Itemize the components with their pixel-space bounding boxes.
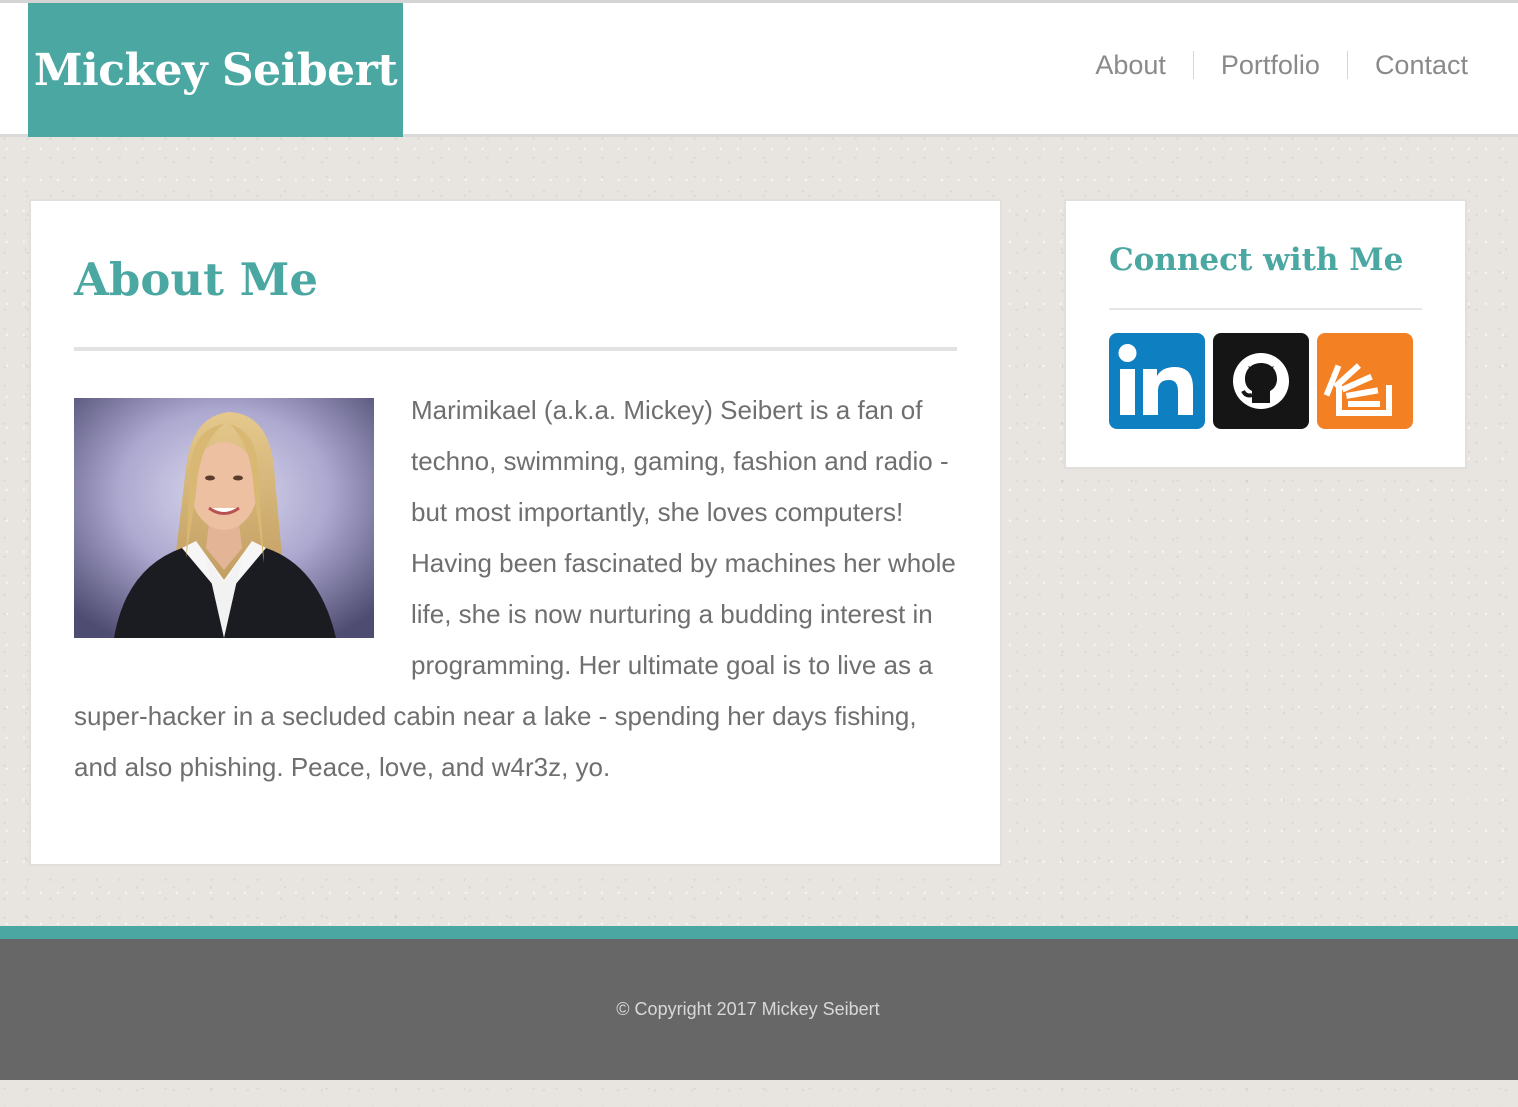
github-link[interactable] bbox=[1213, 333, 1309, 429]
nav-link-about[interactable]: About bbox=[1068, 48, 1193, 82]
profile-photo-image bbox=[74, 398, 374, 638]
profile-photo bbox=[74, 398, 374, 638]
nav-link-portfolio[interactable]: Portfolio bbox=[1194, 48, 1347, 82]
social-links bbox=[1109, 333, 1413, 429]
site-header: Mickey Seibert About Portfolio Contact bbox=[0, 0, 1518, 137]
footer-accent-bar bbox=[0, 926, 1518, 939]
nav-link-contact[interactable]: Contact bbox=[1348, 48, 1468, 82]
connect-title: Connect with Me bbox=[1109, 242, 1404, 278]
github-icon bbox=[1233, 353, 1289, 409]
connect-card: Connect with Me bbox=[1064, 199, 1467, 469]
site-logo[interactable]: Mickey Seibert bbox=[28, 3, 403, 137]
linkedin-link[interactable] bbox=[1109, 333, 1205, 429]
about-title: About Me bbox=[74, 253, 319, 306]
site-logo-text: Mickey Seibert bbox=[33, 44, 398, 96]
connect-divider bbox=[1109, 308, 1422, 310]
stackoverflow-link[interactable] bbox=[1317, 333, 1413, 429]
linkedin-icon bbox=[1118, 344, 1193, 415]
main-nav: About Portfolio Contact bbox=[1068, 48, 1468, 82]
about-card: About Me Marimikael (a.k.a. Mickey) Seib… bbox=[29, 199, 1002, 866]
about-section: Marimikael (a.k.a. Mickey) Seibert is a … bbox=[74, 385, 957, 793]
title-divider bbox=[74, 347, 957, 351]
stackoverflow-icon bbox=[1323, 363, 1392, 416]
site-footer: © Copyright 2017 Mickey Seibert bbox=[0, 939, 1518, 1080]
copyright-text: © Copyright 2017 Mickey Seibert bbox=[616, 999, 880, 1019]
